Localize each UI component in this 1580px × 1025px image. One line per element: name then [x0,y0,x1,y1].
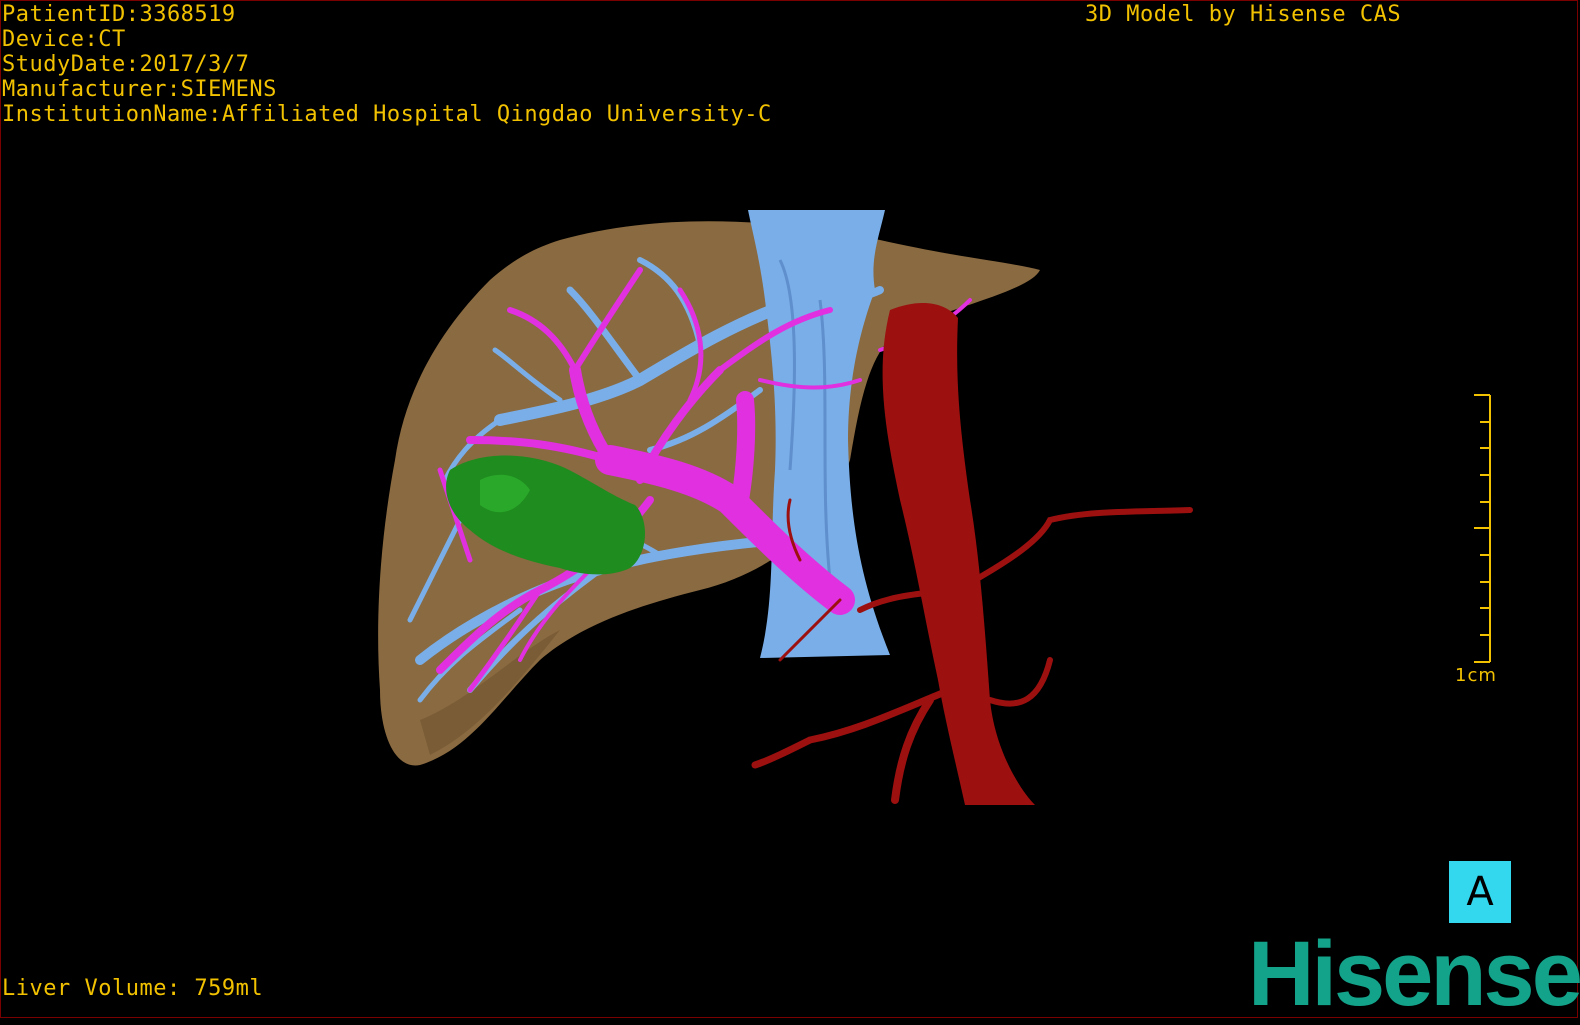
manufacturer: Manufacturer:SIEMENS [2,77,277,102]
model-credit: 3D Model by Hisense CAS [1085,2,1402,27]
dicom-info-overlay: PatientID:3368519 Device:CT StudyDate:20… [2,2,772,127]
hisense-logo: Hisense [1248,923,1580,1025]
scale-bar-icon [1474,394,1491,663]
scale-bar-label: 1cm [1455,665,1497,686]
institution-name: InstitutionName:Affiliated Hospital Qing… [2,102,772,127]
study-date: StudyDate:2017/3/7 [2,52,250,77]
3d-liver-model[interactable] [0,0,1580,1020]
device: Device:CT [2,27,126,52]
patient-id: PatientID:3368519 [2,2,236,27]
liver-volume: Liver Volume: 759ml [2,976,264,1001]
orientation-cube-icon[interactable]: A [1449,861,1511,923]
